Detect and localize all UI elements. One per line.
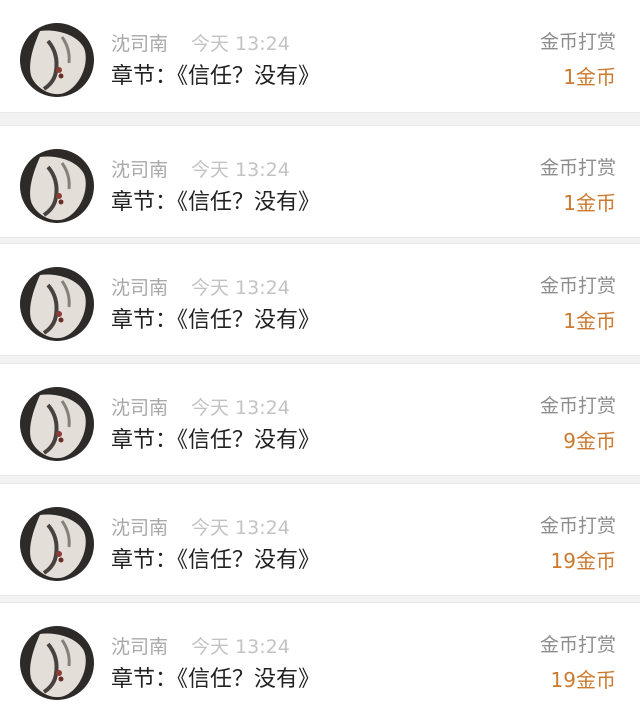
avatar-photo-icon [20,387,94,461]
reward-time: 今天 13:24 [191,517,290,539]
user-name[interactable]: 沈司南 [111,516,168,540]
user-name[interactable]: 沈司南 [111,396,168,420]
reward-item[interactable]: 沈司南 今天 13:24 章节：《信任？没有》 金币打赏 1金币 [0,0,640,113]
reward-time: 今天 13:24 [191,277,290,299]
reward-list: 沈司南 今天 13:24 章节：《信任？没有》 金币打赏 1金币 沈司南 今天 … [0,0,640,718]
avatar-photo-icon [20,267,94,341]
avatar-photo-icon [20,149,94,223]
user-name[interactable]: 沈司南 [111,276,168,300]
reward-type: 金币打赏 [539,31,616,53]
reward-item[interactable]: 沈司南 今天 13:24 章节：《信任？没有》 金币打赏 1金币 [0,243,640,356]
reward-amount: 9金币 [563,429,616,453]
user-avatar[interactable] [20,23,94,97]
avatar-photo-icon [20,23,94,97]
chapter-title: 章节：《信任？没有》 [111,428,321,453]
user-name[interactable]: 沈司南 [111,635,168,659]
reward-amount: 19金币 [550,549,616,573]
chapter-title: 章节：《信任？没有》 [111,548,321,573]
chapter-title: 章节：《信任？没有》 [111,667,321,692]
chapter-title: 章节：《信任？没有》 [111,190,321,215]
avatar-photo-icon [20,507,94,581]
reward-time: 今天 13:24 [191,33,290,55]
reward-type: 金币打赏 [539,275,616,297]
reward-time: 今天 13:24 [191,636,290,658]
reward-amount: 1金币 [563,309,616,333]
reward-type: 金币打赏 [539,634,616,656]
user-name[interactable]: 沈司南 [111,32,168,56]
user-avatar[interactable] [20,387,94,461]
reward-type: 金币打赏 [539,515,616,537]
reward-item[interactable]: 沈司南 今天 13:24 章节：《信任？没有》 金币打赏 19金币 [0,602,640,718]
reward-type: 金币打赏 [539,395,616,417]
reward-type: 金币打赏 [539,157,616,179]
reward-amount: 19金币 [550,668,616,692]
reward-item[interactable]: 沈司南 今天 13:24 章节：《信任？没有》 金币打赏 19金币 [0,483,640,596]
user-avatar[interactable] [20,626,94,700]
avatar-photo-icon [20,626,94,700]
reward-item[interactable]: 沈司南 今天 13:24 章节：《信任？没有》 金币打赏 1金币 [0,125,640,238]
user-name[interactable]: 沈司南 [111,158,168,182]
chapter-title: 章节：《信任？没有》 [111,308,321,333]
reward-amount: 1金币 [563,65,616,89]
user-avatar[interactable] [20,507,94,581]
user-avatar[interactable] [20,149,94,223]
reward-item[interactable]: 沈司南 今天 13:24 章节：《信任？没有》 金币打赏 9金币 [0,363,640,476]
reward-time: 今天 13:24 [191,159,290,181]
reward-time: 今天 13:24 [191,397,290,419]
reward-amount: 1金币 [563,191,616,215]
chapter-title: 章节：《信任？没有》 [111,64,321,89]
user-avatar[interactable] [20,267,94,341]
